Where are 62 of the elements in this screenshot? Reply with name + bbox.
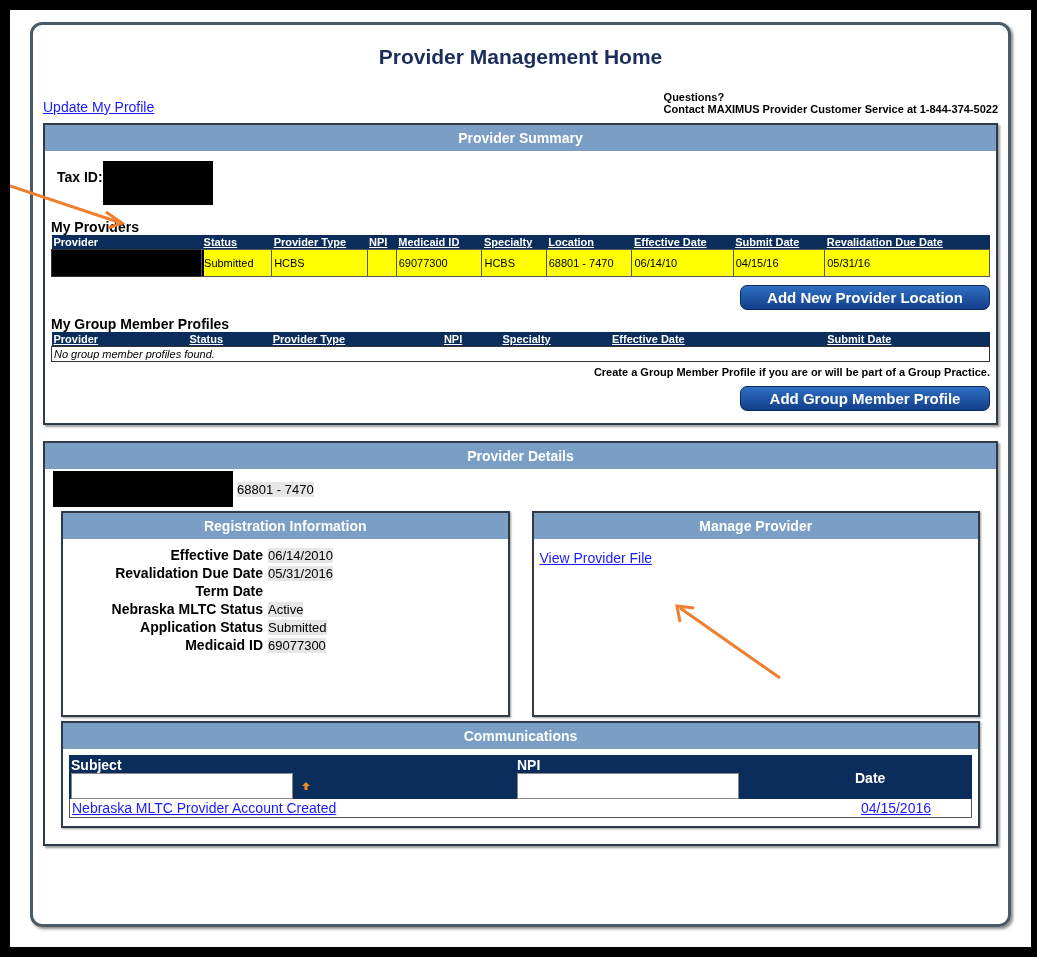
provider-row[interactable]: Submitted HCBS 69077300 HCBS 68801 - 7470 06/14/10 04/15/16 05/31/16 (51, 249, 990, 277)
add-location-button[interactable]: Add New Provider Location (740, 285, 990, 310)
table-cell: 68801 - 7470 (548, 257, 614, 269)
field-value: Active (268, 602, 304, 617)
questions-heading: Questions? (663, 91, 726, 103)
column-header[interactable]: Provider Type (271, 235, 368, 250)
location-value: 68801 - 7470 (237, 481, 314, 497)
table-cell: HCBS (484, 257, 515, 269)
contact-text: Contact MAXIMUS Provider Customer Service at 1-844-374-5022 (663, 103, 998, 115)
column-header[interactable]: Subject (71, 757, 517, 773)
field-label: Effective Date (169, 547, 263, 563)
tax-id-label: Tax ID: (57, 169, 103, 185)
field-label: Application Status (139, 619, 263, 635)
table-cell: 06/14/10 (634, 257, 678, 269)
sort-icon[interactable] (301, 781, 311, 791)
table-cell: 05/31/16 (827, 257, 871, 269)
update-profile-link[interactable]: Update My Profile (43, 99, 155, 115)
panel-header: Manage Provider (533, 513, 978, 539)
column-header[interactable]: Specialty (481, 235, 547, 250)
table-cell: 04/15/16 (735, 257, 779, 269)
field-label: Medicaid ID (184, 637, 263, 653)
column-header[interactable]: Location (546, 235, 632, 250)
page-title: Provider Management Home (377, 45, 664, 69)
subject-filter-field[interactable] (71, 773, 293, 799)
column-header[interactable]: Submit Date (825, 332, 990, 347)
column-header[interactable]: Submit Date (733, 235, 825, 250)
panel-header: Communications (63, 723, 978, 749)
panel-header: Registration Information (63, 513, 508, 539)
column-header[interactable]: Effective Date (609, 332, 826, 347)
add-group-profile-button[interactable]: Add Group Member Profile (740, 386, 990, 411)
field-label: Revalidation Due Date (114, 565, 263, 581)
date-link[interactable]: 04/15/2016 (860, 800, 931, 816)
column-header[interactable]: Status (187, 332, 271, 347)
field-value: 06/14/2010 (268, 548, 334, 563)
panel-header: Provider Summary (45, 125, 996, 151)
column-header[interactable]: Revalidation Due Date (824, 235, 990, 250)
column-header[interactable]: Medicaid ID (396, 235, 482, 250)
field-label: Term Date (194, 583, 263, 599)
column-header[interactable]: NPI (517, 757, 851, 773)
field-value: Submitted (268, 620, 327, 635)
section-title: My Group Member Profiles (51, 316, 231, 332)
hint-text: Create a Group Member Profile if you are or will be part of a Group Practice. (593, 366, 990, 378)
empty-message: No group member profiles found. (54, 348, 215, 360)
column-header[interactable]: Status (201, 235, 272, 250)
column-header[interactable]: Provider (51, 332, 188, 347)
column-header[interactable]: Provider Type (270, 332, 442, 347)
npi-filter-field[interactable] (517, 773, 739, 799)
field-value: 05/31/2016 (268, 566, 334, 581)
panel-header: Provider Details (45, 443, 996, 469)
column-header[interactable]: NPI (367, 235, 397, 250)
column-header[interactable]: Date (855, 770, 886, 786)
column-header[interactable]: Specialty (500, 332, 610, 347)
view-file-link[interactable]: View Provider File (539, 550, 653, 566)
column-header[interactable]: NPI (441, 332, 501, 347)
column-header[interactable]: Provider (51, 235, 202, 250)
field-label: Nebraska MLTC Status (110, 601, 263, 617)
column-header[interactable]: Effective Date (631, 235, 734, 250)
table-cell: Submitted (204, 257, 254, 269)
field-value: 69077300 (268, 638, 326, 653)
table-cell: HCBS (274, 257, 305, 269)
subject-link[interactable]: Nebraska MLTC Provider Account Created (72, 800, 337, 816)
table-cell: 69077300 (398, 257, 448, 269)
